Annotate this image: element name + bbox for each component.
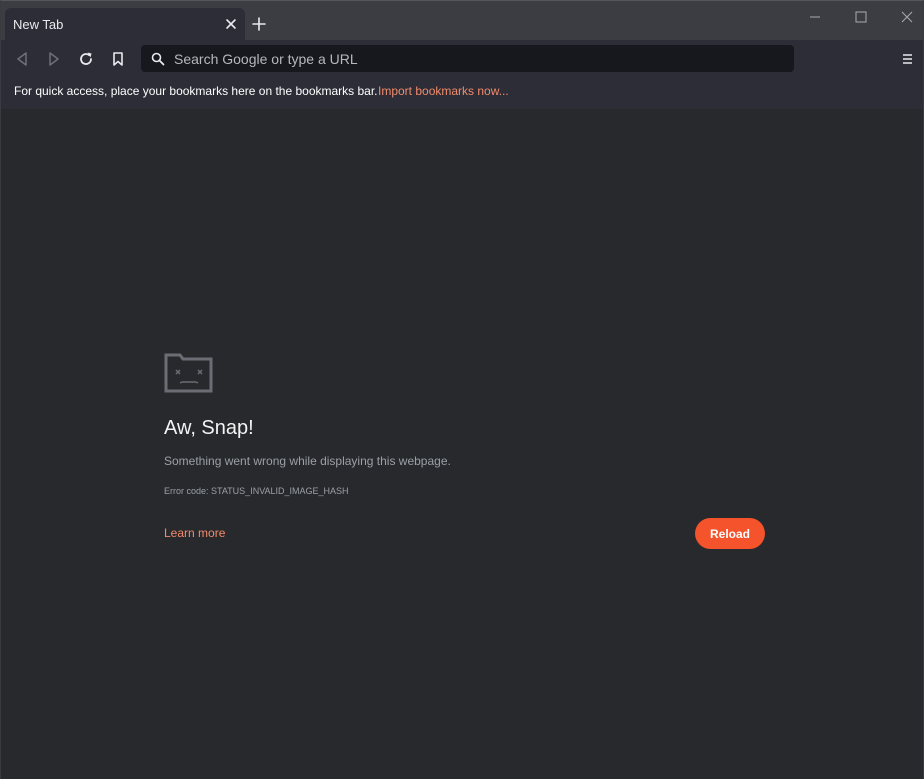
- menu-icon[interactable]: [897, 49, 917, 69]
- sad-tab-icon: [164, 351, 214, 393]
- reload-icon[interactable]: [76, 49, 96, 69]
- maximize-icon[interactable]: [851, 7, 871, 27]
- forward-icon[interactable]: [44, 49, 64, 69]
- omnibox[interactable]: [141, 45, 794, 72]
- tab-title: New Tab: [13, 17, 64, 32]
- error-code: Error code: STATUS_INVALID_IMAGE_HASH: [164, 486, 349, 496]
- close-icon[interactable]: [897, 7, 917, 27]
- error-page: Aw, Snap! Something went wrong while dis…: [1, 109, 923, 779]
- bookmark-icon[interactable]: [108, 49, 128, 69]
- search-input[interactable]: [174, 45, 774, 72]
- tab-close-icon[interactable]: [223, 16, 239, 32]
- minimize-icon[interactable]: [805, 7, 825, 27]
- reload-button[interactable]: Reload: [695, 518, 765, 549]
- browser-window: New Tab Search Google or type a URL For …: [0, 0, 924, 779]
- back-icon[interactable]: [12, 49, 32, 69]
- error-message: Something went wrong while displaying th…: [164, 454, 451, 468]
- toolbar: [1, 40, 923, 78]
- error-title: Aw, Snap!: [164, 417, 254, 439]
- tab-strip: New Tab: [1, 1, 923, 40]
- learn-more-link[interactable]: Learn more: [164, 526, 225, 540]
- search-icon: [150, 51, 166, 67]
- import-bookmarks-link[interactable]: Import bookmarks now...: [378, 84, 509, 98]
- new-tab-icon[interactable]: [249, 14, 269, 34]
- bookmarks-bar: For quick access, place your bookmarks h…: [1, 78, 923, 109]
- bookmarks-bar-message: For quick access, place your bookmarks h…: [14, 84, 378, 98]
- tab-new-tab[interactable]: New Tab: [5, 8, 245, 40]
